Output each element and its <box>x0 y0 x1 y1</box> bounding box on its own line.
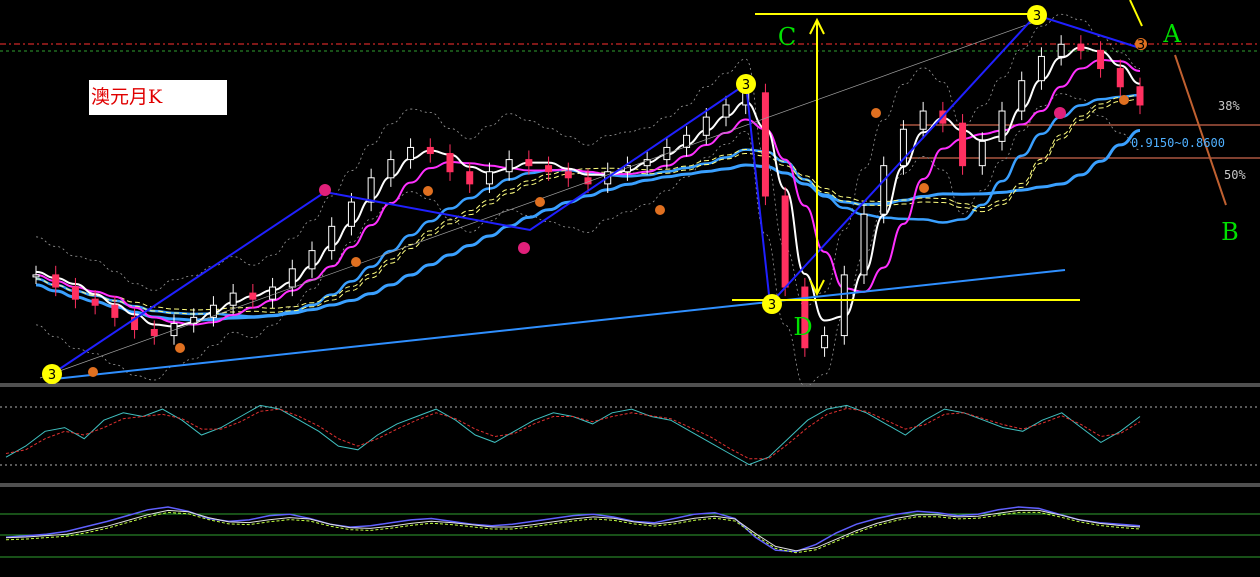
ma-yellow <box>35 94 1141 311</box>
signal-dot <box>655 205 665 215</box>
osc2-line-b <box>5 509 1141 552</box>
candle-body <box>1097 49 1105 70</box>
label-c: C <box>778 23 796 51</box>
osc1-fast-line <box>5 404 1141 466</box>
candle-body <box>880 165 888 215</box>
pivot-dot <box>319 184 331 196</box>
candle-body <box>347 201 355 227</box>
wave-marker-label: 3 <box>48 368 56 383</box>
ma-mid-blue <box>35 93 1141 318</box>
fib-38-label: 38% <box>1218 99 1240 113</box>
candle-body <box>761 92 769 197</box>
candle-body <box>466 171 474 185</box>
candle-body <box>525 159 533 167</box>
signal-dot <box>871 108 881 118</box>
signal-dot <box>175 343 185 353</box>
fib-50-label: 50% <box>1224 168 1246 182</box>
label-a: A <box>1162 20 1181 48</box>
pivot-dot <box>518 242 530 254</box>
candle-body <box>702 116 710 136</box>
candle-body <box>505 159 513 173</box>
label-d: D <box>793 313 812 341</box>
candle-body <box>1077 43 1085 51</box>
candle-body <box>998 110 1006 142</box>
target-range-label: 0.9150~0.8600 <box>1131 136 1225 150</box>
chart-stage: 3 3 3 3 3 C A B D 38% 50% 0.9150~0.8600 澳元月K <box>0 0 1260 577</box>
ma-long-blue <box>35 129 1141 322</box>
candle-body <box>288 268 296 288</box>
candle-body <box>32 274 40 278</box>
signal-dot <box>535 197 545 207</box>
candle-body <box>1136 86 1144 106</box>
candle-body <box>1116 68 1124 88</box>
candle-body <box>1057 43 1065 57</box>
candle-body <box>821 335 829 349</box>
ab-projection-line <box>1174 54 1227 206</box>
signal-dot <box>423 186 433 196</box>
candle-body <box>781 195 789 288</box>
candle-body <box>91 298 99 306</box>
pivot-dot <box>1054 107 1066 119</box>
label-b: B <box>1221 218 1239 246</box>
wave-marker-label: 3 <box>742 78 750 93</box>
wave-marker-label: 3 <box>768 298 776 313</box>
candle-body <box>328 225 336 252</box>
osc1-slow-line <box>5 407 1141 460</box>
candle-body <box>978 140 986 167</box>
envelope-upper <box>35 13 1141 307</box>
candle-body <box>446 153 454 173</box>
signal-dot <box>88 367 98 377</box>
candle-body <box>564 171 572 179</box>
candle-body <box>722 104 730 118</box>
candle-body <box>367 177 375 203</box>
candle-body <box>426 146 434 155</box>
a-arrow-line <box>1129 0 1143 27</box>
candle-body <box>387 159 395 179</box>
candle-body <box>860 213 868 276</box>
candle-body <box>545 165 553 173</box>
candle-body <box>1037 55 1045 82</box>
candle-body <box>150 329 158 337</box>
candle-body <box>249 292 257 300</box>
candle-body <box>485 171 493 185</box>
candle-body <box>308 250 316 270</box>
candle-body <box>52 274 60 288</box>
signal-dot <box>919 183 929 193</box>
candle-body <box>111 304 119 318</box>
wave-marker-label: 3 <box>1137 38 1145 53</box>
signal-dot <box>351 257 361 267</box>
candle-body <box>407 146 415 161</box>
signal-dot <box>1119 95 1129 105</box>
candle-body <box>229 292 237 306</box>
candle-body <box>840 274 848 337</box>
candle-body <box>269 286 277 300</box>
wave-marker-label: 3 <box>1033 9 1041 24</box>
candle-body <box>1018 80 1026 112</box>
chart-title: 澳元月K <box>89 80 227 115</box>
candle-body <box>959 122 967 167</box>
candle-body <box>71 286 79 300</box>
candle-body <box>919 110 927 130</box>
osc2-line-c <box>5 511 1141 554</box>
